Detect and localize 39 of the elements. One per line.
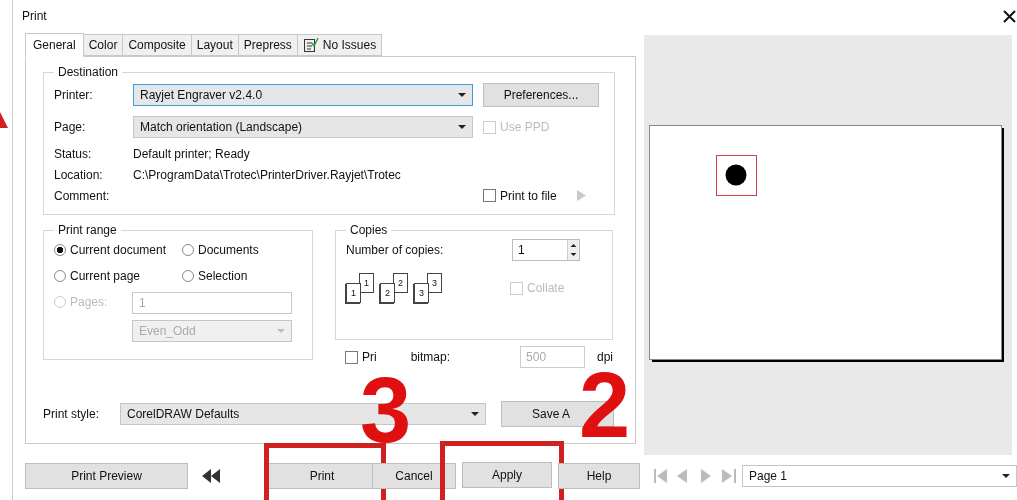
tab[interactable]: No Issues — [297, 34, 383, 56]
tab[interactable]: Color — [83, 34, 124, 56]
dialog-button[interactable]: Help — [558, 463, 640, 489]
checkbox-label: bitmap: — [410, 350, 451, 364]
print-preview-button[interactable]: Print Preview — [25, 463, 188, 489]
tab[interactable]: Composite — [123, 34, 192, 56]
field-label: Printer: — [54, 87, 94, 104]
checkbox-label: Pri — [362, 350, 377, 364]
page-dropdown[interactable]: Page 1 — [742, 465, 1017, 487]
field-value: C:\ProgramData\Trotec\PrinterDriver.Rayjet\Trotec — [133, 167, 401, 182]
radio-label: Documents — [198, 243, 259, 257]
checkbox-label: Collate — [527, 281, 565, 295]
field-label: Print style: — [43, 407, 100, 421]
group-title: Print range — [57, 223, 118, 237]
window-title: Print — [22, 9, 47, 23]
preferences-button[interactable]: Preferences... — [483, 83, 599, 107]
checkbox-label: Print to file — [500, 188, 557, 203]
copies-spinner[interactable]: 1 — [512, 239, 580, 261]
field-value: Default printer; Ready — [133, 146, 250, 161]
dropdown[interactable]: Match orientation (Landscape) — [133, 116, 473, 138]
radio-label: Selection — [198, 269, 248, 283]
field-label: Page: — [54, 119, 87, 136]
dialog-button[interactable]: Cancel — [372, 463, 456, 489]
dialog-button[interactable]: Apply — [462, 461, 552, 488]
tab[interactable]: Prepress — [238, 34, 298, 56]
radio-label: Current page — [70, 269, 141, 283]
field-label: Number of copies: — [346, 243, 444, 257]
field-label: Comment: — [54, 187, 111, 205]
field-label: Status: — [54, 145, 93, 163]
unit-label: dpi — [597, 350, 613, 364]
group-title: Copies — [349, 223, 389, 237]
radio-label: Current document — [70, 243, 167, 257]
dropdown[interactable]: Rayjet Engraver v2.4.0 — [133, 84, 473, 106]
field-label: Location: — [54, 166, 104, 184]
radio-label: Pages: — [70, 295, 108, 309]
tab[interactable]: General — [25, 33, 84, 57]
tab[interactable]: Layout — [191, 34, 239, 56]
checkbox-label: Use PPD — [500, 120, 550, 134]
group-title: Destination — [57, 65, 120, 79]
